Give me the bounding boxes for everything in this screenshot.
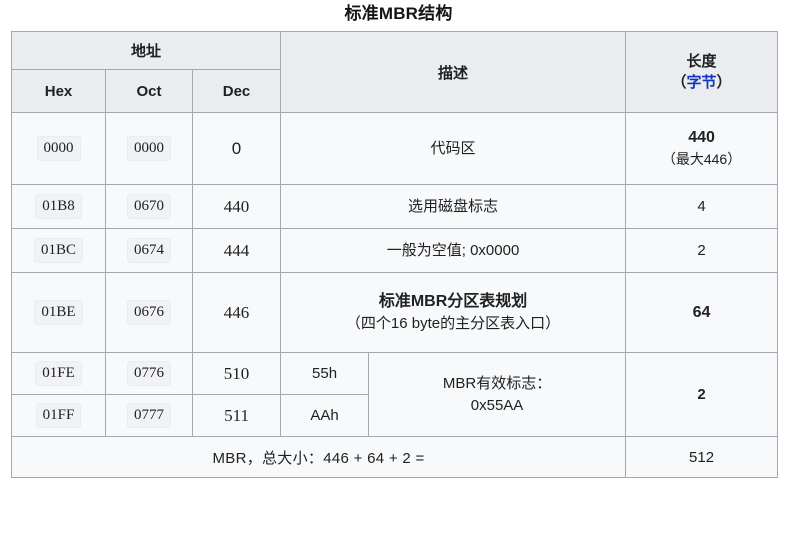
dec-value: 444	[223, 240, 250, 260]
cell-oct: 0776	[105, 352, 193, 395]
description-subtext: （四个16 byte的主分区表入口）	[345, 315, 561, 333]
table-row: 0000 0000 0 代码区 440 （最大446）	[11, 112, 779, 185]
cell-length: 2	[625, 228, 779, 273]
dec-value: 446	[223, 302, 250, 322]
description-text: 代码区	[430, 139, 476, 157]
cell-dec: 511	[191, 394, 282, 437]
oct-value: 0676	[127, 300, 171, 325]
cell-oct: 0674	[105, 228, 193, 273]
header-description: 描述	[280, 31, 627, 113]
cell-oct: 0777	[105, 394, 193, 437]
oct-value: 0776	[127, 361, 171, 386]
hex-value: 01FE	[35, 361, 82, 386]
table-row: 01BE 0676 446 标准MBR分区表规划 （四个16 byte的主分区表…	[11, 272, 779, 353]
cell-oct: 0670	[105, 184, 193, 229]
description-text: 选用磁盘标志	[408, 197, 499, 215]
dec-value: 511	[224, 405, 249, 425]
cell-hex: 01BC	[11, 228, 106, 273]
cell-hex: 01BE	[11, 272, 106, 353]
length-note: （最大446）	[661, 151, 742, 168]
hex-value: 01B8	[35, 194, 82, 219]
cell-signature-byte: 55h	[280, 352, 370, 395]
cell-signature-byte: AAh	[280, 394, 370, 437]
dec-value: 510	[223, 363, 250, 383]
header-length-paren-open: （	[671, 74, 687, 91]
cell-dec: 446	[191, 272, 282, 353]
cell-oct: 0676	[105, 272, 193, 353]
cell-dec: 444	[191, 228, 282, 273]
header-length: 长度 （字节）	[625, 31, 779, 113]
hex-value: 01FF	[35, 403, 82, 428]
cell-hex: 01FF	[11, 394, 106, 437]
oct-value: 0670	[127, 194, 171, 219]
cell-signature-description: MBR有效标志： 0x55AA	[368, 352, 627, 437]
cell-dec: 510	[191, 352, 282, 395]
cell-hex: 01FE	[11, 352, 106, 395]
cell-description: 选用磁盘标志	[280, 184, 627, 229]
oct-value: 0777	[127, 403, 171, 428]
cell-hex: 01B8	[11, 184, 106, 229]
cell-description: 标准MBR分区表规划 （四个16 byte的主分区表入口）	[280, 272, 627, 353]
length-value: 64	[692, 303, 711, 321]
header-col-hex[interactable]: Hex	[11, 69, 106, 113]
table-row: 01BC 0674 444 一般为空值; 0x0000 2	[11, 228, 779, 273]
length-value: 4	[697, 197, 706, 215]
oct-value: 0000	[127, 136, 171, 161]
hex-value: 01BC	[33, 238, 83, 263]
description-text: 标准MBR分区表规划	[378, 293, 528, 311]
table-total-row: MBR，总大小：446 + 64 + 2 = 512	[10, 436, 779, 478]
header-length-paren-close: ）	[716, 74, 732, 91]
oct-value: 0674	[127, 238, 171, 263]
page-title: 标准MBR结构	[344, 4, 453, 23]
mbr-structure-table: 地址 描述 长度 （字节） Hex Oct Dec 0000 0000 0 代码…	[10, 31, 779, 478]
header-length-label: 长度	[686, 52, 717, 70]
signature-description-line2: 0x55AA	[470, 396, 524, 414]
description-text: 一般为空值; 0x0000	[386, 241, 520, 259]
header-col-dec[interactable]: Dec	[191, 69, 282, 113]
dec-value: 0	[231, 138, 242, 158]
length-value: 2	[697, 241, 706, 259]
cell-hex: 0000	[11, 112, 106, 185]
table-body: 0000 0000 0 代码区 440 （最大446） 01B8 0670 44…	[10, 112, 779, 478]
mbr-structure-page: 标准MBR结构 地址 描述 长度 （字节） Hex Oct Dec 0000 0…	[0, 0, 797, 535]
cell-description: 一般为空值; 0x0000	[280, 228, 627, 273]
hex-value: 0000	[36, 136, 81, 161]
dec-value: 440	[223, 196, 250, 216]
length-value: 440	[688, 129, 715, 147]
signature-description-line1: MBR有效标志：	[442, 374, 552, 392]
cell-dec: 440	[191, 184, 282, 229]
cell-signature-length: 2	[625, 352, 779, 437]
header-col-oct[interactable]: Oct	[105, 69, 193, 113]
header-row-group: 地址 描述 长度 （字节）	[10, 31, 779, 113]
table-row: 01FE 0776 510 55h MBR有效标志： 0x55AA 2	[11, 352, 779, 437]
cell-length: 4	[625, 184, 779, 229]
hex-value: 01BE	[34, 300, 83, 325]
mbr-table-container: 地址 描述 长度 （字节） Hex Oct Dec 0000 0000 0 代码…	[10, 31, 779, 478]
cell-dec: 0	[191, 112, 282, 185]
cell-length: 440 （最大446）	[625, 112, 779, 185]
table-header: 地址 描述 长度 （字节） Hex Oct Dec	[10, 31, 779, 113]
header-address-group: 地址	[10, 31, 282, 70]
cell-description: 代码区	[280, 112, 627, 185]
table-row: 01B8 0670 440 选用磁盘标志 4	[11, 184, 779, 229]
total-value: 512	[625, 436, 779, 478]
header-length-unit: 字节	[686, 74, 717, 91]
cell-oct: 0000	[105, 112, 193, 185]
total-label: MBR，总大小：446 + 64 + 2 =	[10, 436, 627, 478]
cell-length: 64	[625, 272, 779, 353]
